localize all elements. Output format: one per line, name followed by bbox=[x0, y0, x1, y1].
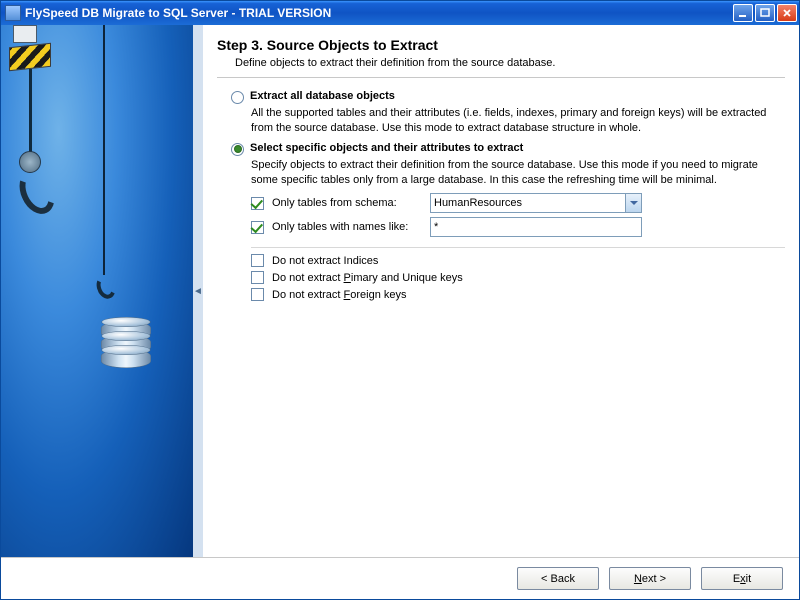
small-hook-icon bbox=[97, 275, 115, 299]
sidebar-illustration bbox=[1, 25, 193, 557]
no-indices-row: Do not extract Indices bbox=[251, 254, 785, 267]
back-button[interactable]: < Back bbox=[517, 567, 599, 590]
schema-combo[interactable] bbox=[430, 193, 642, 213]
sidebar-splitter[interactable]: ◄ bbox=[193, 25, 203, 557]
only-schema-label: Only tables from schema: bbox=[272, 197, 422, 209]
wizard-footer: < Back Next > Exit bbox=[1, 557, 799, 599]
names-pattern-input[interactable] bbox=[430, 217, 642, 237]
checkbox-no-indices[interactable] bbox=[251, 254, 264, 267]
option-extract-all[interactable]: Extract all database objects bbox=[231, 90, 785, 104]
checkbox-no-fk[interactable] bbox=[251, 288, 264, 301]
schema-dropdown-button[interactable] bbox=[625, 193, 642, 213]
checkbox-no-pk[interactable] bbox=[251, 271, 264, 284]
no-indices-label: Do not extract Indices bbox=[272, 255, 422, 267]
no-fk-label: Do not extract Foreign keys bbox=[272, 289, 422, 301]
window-controls bbox=[733, 4, 797, 22]
application-window: FlySpeed DB Migrate to SQL Server - TRIA… bbox=[0, 0, 800, 600]
header-divider bbox=[217, 77, 785, 78]
checkbox-only-names[interactable] bbox=[251, 221, 264, 234]
minimize-button[interactable] bbox=[733, 4, 753, 22]
hook-icon bbox=[21, 169, 53, 215]
step-title: Step 3. Source Objects to Extract bbox=[217, 37, 785, 53]
only-names-row: Only tables with names like: bbox=[251, 217, 785, 237]
radio-select-specific[interactable] bbox=[231, 143, 244, 156]
option-extract-all-help: All the supported tables and their attri… bbox=[251, 106, 785, 136]
hazard-block-icon bbox=[9, 43, 51, 71]
no-pk-row: Do not extract Pimary and Unique keys bbox=[251, 271, 785, 284]
checkbox-only-schema[interactable] bbox=[251, 197, 264, 210]
main-panel: Step 3. Source Objects to Extract Define… bbox=[203, 25, 799, 557]
only-schema-row: Only tables from schema: bbox=[251, 193, 785, 213]
exit-button[interactable]: Exit bbox=[701, 567, 783, 590]
window-title: FlySpeed DB Migrate to SQL Server - TRIA… bbox=[25, 6, 733, 20]
app-icon bbox=[5, 5, 21, 21]
step-description: Define objects to extract their definiti… bbox=[235, 57, 785, 69]
db-stack-small-icon bbox=[101, 326, 151, 368]
option-select-specific[interactable]: Select specific objects and their attrib… bbox=[231, 142, 785, 156]
close-button[interactable] bbox=[777, 4, 797, 22]
titlebar[interactable]: FlySpeed DB Migrate to SQL Server - TRIA… bbox=[1, 1, 799, 25]
radio-extract-all[interactable] bbox=[231, 91, 244, 104]
schema-input[interactable] bbox=[430, 193, 625, 213]
option-select-specific-label: Select specific objects and their attrib… bbox=[250, 142, 523, 154]
options-divider bbox=[251, 247, 785, 248]
no-fk-row: Do not extract Foreign keys bbox=[251, 288, 785, 301]
option-select-specific-help: Specify objects to extract their definit… bbox=[251, 158, 785, 188]
only-names-label: Only tables with names like: bbox=[272, 221, 422, 233]
content-area: ◄ Step 3. Source Objects to Extract Defi… bbox=[1, 25, 799, 557]
secondary-cable-icon bbox=[103, 25, 105, 275]
next-button[interactable]: Next > bbox=[609, 567, 691, 590]
option-extract-all-label: Extract all database objects bbox=[250, 90, 395, 102]
maximize-button[interactable] bbox=[755, 4, 775, 22]
chevron-left-icon: ◄ bbox=[193, 286, 203, 297]
crane-cable-icon bbox=[29, 69, 32, 153]
crane-rail-icon bbox=[13, 25, 37, 43]
no-pk-label: Do not extract Pimary and Unique keys bbox=[272, 272, 463, 284]
